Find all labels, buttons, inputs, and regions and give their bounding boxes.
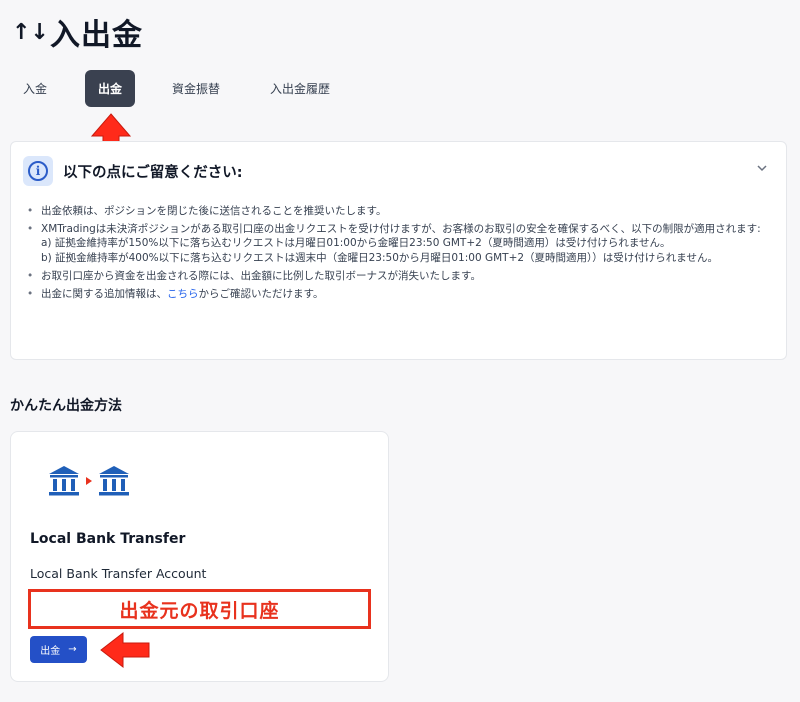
tab-bar: 入金 出金 資金振替 入出金履歴: [12, 70, 345, 107]
notice-header: i 以下の点にご留意ください:: [23, 156, 243, 186]
arrow-right-icon: →: [68, 644, 77, 655]
card-subtitle: Local Bank Transfer Account: [30, 566, 207, 581]
annotation-box: 出金元の取引口座: [28, 589, 371, 629]
tab-withdraw[interactable]: 出金: [85, 70, 135, 107]
info-icon: i: [23, 156, 53, 186]
list-item: XMTradingは未決済ポジションがある取引口座の出金リクエストを受け付けます…: [25, 222, 777, 265]
bank-icon: [99, 466, 129, 496]
payment-method-card: Local Bank Transfer Local Bank Transfer …: [10, 431, 389, 682]
list-item: 出金に関する追加情報は、こちらからご確認いただけます。: [25, 287, 777, 301]
list-subitem: a) 証拠金維持率が150%以下に落ち込むリクエストは月曜日01:00から金曜日…: [41, 237, 671, 250]
tab-history[interactable]: 入出金履歴: [255, 70, 345, 107]
arrows-up-down-icon: ↑↓: [12, 19, 49, 45]
withdraw-button[interactable]: 出金 →: [30, 636, 87, 663]
info-link[interactable]: こちら: [167, 288, 199, 300]
tab-deposit[interactable]: 入金: [12, 70, 58, 107]
notice-panel: i 以下の点にご留意ください: 出金依頼は、ポジションを閉じた後に送信されること…: [10, 141, 787, 360]
notice-title: 以下の点にご留意ください:: [63, 164, 243, 181]
red-arrow-left-annotation: [100, 631, 150, 669]
list-item: お取引口座から資金を出金される際には、出金額に比例した取引ボーナスが消失いたしま…: [25, 269, 777, 283]
tab-transfer[interactable]: 資金振替: [159, 70, 233, 107]
page-title: 入出金: [50, 18, 143, 53]
withdraw-button-label: 出金: [40, 646, 61, 657]
bank-transfer-logo: [47, 464, 131, 498]
notice-list: 出金依頼は、ポジションを閉じた後に送信されることを推奨いたします。 XMTrad…: [25, 204, 777, 305]
page-header: ↑↓ 入出金: [12, 10, 143, 54]
list-item: 出金依頼は、ポジションを閉じた後に送信されることを推奨いたします。: [25, 204, 777, 218]
arrow-right-icon: [86, 477, 92, 485]
bank-icon: [49, 466, 79, 496]
chevron-down-icon[interactable]: [756, 162, 768, 174]
annotation-text: 出金元の取引口座: [119, 599, 280, 622]
list-subitem: b) 証拠金維持率が400%以下に落ち込むリクエストは週末中（金曜日23:50か…: [41, 251, 718, 264]
card-title: Local Bank Transfer: [30, 531, 186, 547]
section-title: かんたん出金方法: [10, 398, 122, 414]
